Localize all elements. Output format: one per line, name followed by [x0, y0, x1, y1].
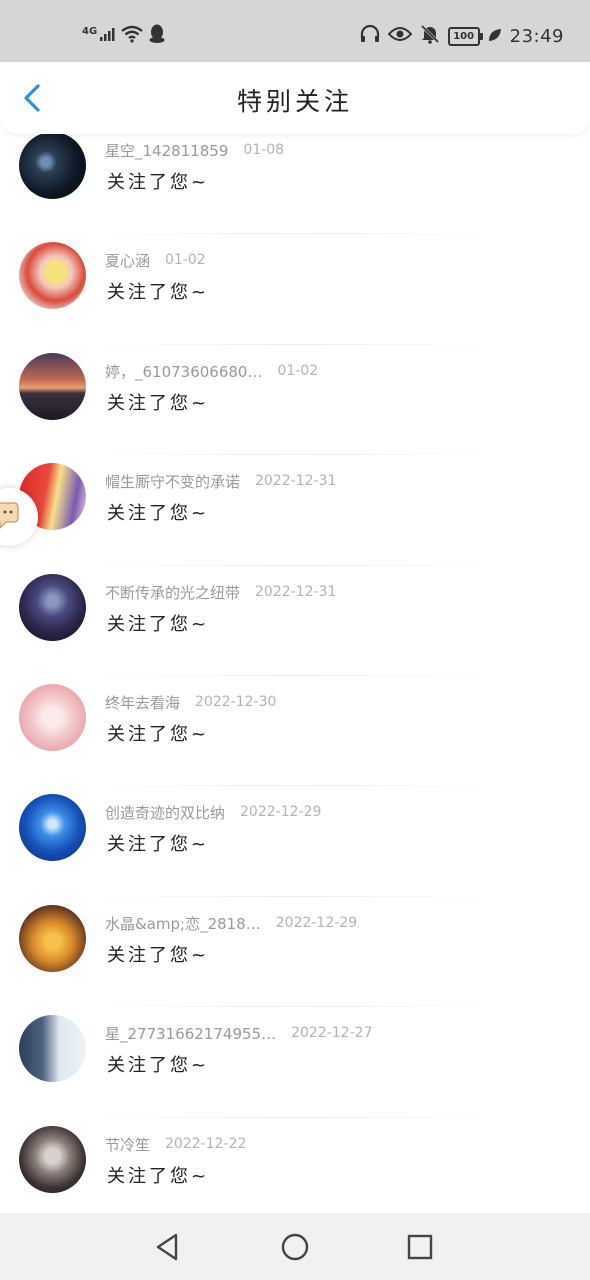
follow-message: 关注了您~: [107, 1055, 210, 1077]
list-item[interactable]: 节冷笙 2022-12-22 关注了您~: [0, 1118, 590, 1228]
date: 2022-12-22: [165, 1135, 247, 1152]
username[interactable]: 终年去看海: [105, 692, 180, 713]
date: 2022-12-29: [240, 804, 322, 821]
system-nav-bar: [0, 1213, 590, 1280]
list-item[interactable]: 不断传承的光之纽带 2022-12-31 关注了您~: [0, 566, 590, 676]
qq-icon: [149, 24, 165, 48]
follow-message: 关注了您~: [107, 392, 210, 414]
date: 2022-12-27: [291, 1025, 373, 1042]
status-bar: 4G 100 23:49: [0, 0, 590, 62]
avatar[interactable]: [19, 242, 86, 310]
list-item[interactable]: 帽生厮守不变的承诺 2022-12-31 关注了您~: [0, 455, 590, 566]
list-item[interactable]: 星_27731662174955… 2022-12-27 关注了您~: [0, 1007, 590, 1118]
list-item[interactable]: 水晶&amp;恋_2818… 2022-12-29 关注了您~: [0, 897, 590, 1008]
follow-message: 关注了您~: [107, 282, 210, 304]
avatar[interactable]: [19, 1015, 86, 1083]
date: 01-02: [277, 362, 319, 379]
username[interactable]: 星空_142811859: [105, 140, 228, 161]
date: 2022-12-29: [275, 914, 358, 931]
list-item[interactable]: 创造奇迹的双比纳 2022-12-29 关注了您~: [0, 786, 590, 897]
list-item[interactable]: 星空_142811859 01-08 关注了您~: [0, 124, 590, 235]
follow-message: 关注了您~: [107, 834, 210, 856]
leaf-icon: [488, 27, 502, 46]
avatar[interactable]: [19, 352, 86, 420]
list-item[interactable]: 婷，_61073606680… 01-02 关注了您~: [0, 345, 590, 456]
follow-message: 关注了您~: [107, 944, 210, 966]
avatar[interactable]: [19, 573, 86, 641]
username[interactable]: 帽生厮守不变的承诺: [105, 471, 240, 492]
avatar[interactable]: [19, 794, 86, 862]
nav-recents-button[interactable]: [404, 1231, 436, 1263]
nav-home-button[interactable]: [279, 1231, 311, 1263]
username[interactable]: 水晶&amp;恋_2818…: [105, 913, 261, 934]
list-item[interactable]: 终年去看海 2022-12-30 关注了您~: [0, 676, 590, 787]
network-type: 4G: [82, 25, 98, 37]
page-title: 特别关注: [236, 87, 353, 116]
date: 2022-12-31: [255, 583, 337, 600]
follow-message: 关注了您~: [107, 1165, 210, 1187]
app-header: 特别关注: [0, 62, 590, 134]
date: 2022-12-30: [195, 693, 277, 710]
circle-home-icon: [281, 1233, 309, 1261]
follow-message: 关注了您~: [107, 172, 210, 193]
date: 01-08: [243, 142, 285, 158]
notification-list: 星空_142811859 01-08 关注了您~ 夏心涵 01-02 关注了您~ 婷…: [0, 124, 590, 1228]
username[interactable]: 婷，_61073606680…: [105, 361, 262, 382]
avatar[interactable]: [19, 904, 86, 972]
follow-message: 关注了您~: [107, 613, 210, 635]
bell-muted-icon: [420, 24, 440, 48]
avatar[interactable]: [19, 132, 86, 199]
username[interactable]: 节冷笙: [105, 1134, 150, 1155]
nav-back-button[interactable]: [152, 1231, 184, 1263]
username[interactable]: 创造奇迹的双比纳: [105, 802, 225, 823]
chat-bubble-icon: [0, 502, 19, 529]
wifi-icon: [121, 25, 143, 47]
date: 2022-12-31: [255, 473, 337, 490]
follow-message: 关注了您~: [107, 723, 210, 745]
date: 01-02: [165, 252, 206, 269]
signal-icon: [99, 26, 115, 46]
square-recents-icon: [407, 1234, 433, 1260]
username[interactable]: 不断传承的光之纽带: [105, 582, 240, 603]
username[interactable]: 星_27731662174955…: [105, 1023, 276, 1044]
username[interactable]: 夏心涵: [105, 250, 150, 271]
headphones-icon: [360, 24, 380, 47]
avatar[interactable]: [19, 683, 86, 751]
list-item[interactable]: 夏心涵 01-02 关注了您~: [0, 234, 590, 345]
avatar[interactable]: [19, 1125, 86, 1193]
triangle-back-icon: [156, 1233, 178, 1261]
eye-icon: [387, 26, 412, 46]
follow-message: 关注了您~: [107, 503, 210, 525]
battery-icon: 100: [447, 26, 483, 46]
clock: 23:49: [509, 25, 564, 47]
